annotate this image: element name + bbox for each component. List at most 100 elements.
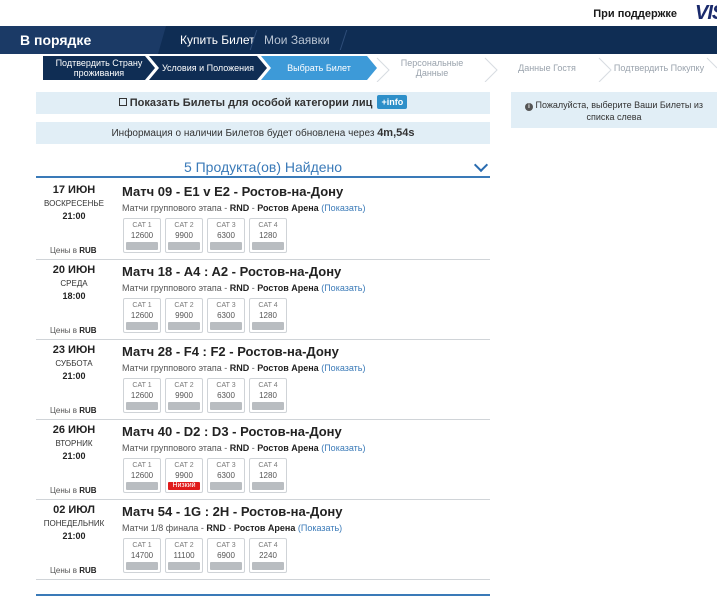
availability-bar	[168, 322, 200, 330]
category-tile[interactable]: CAT 3 6300	[207, 298, 245, 333]
category-tile[interactable]: CAT 2 9900	[165, 378, 203, 413]
special-category-label[interactable]: Показать Билеты для особой категории лиц	[130, 97, 373, 109]
category-tile[interactable]: CAT 1 12600	[123, 378, 161, 413]
category-name: CAT 1	[132, 542, 152, 549]
category-tile[interactable]: CAT 3 6300	[207, 218, 245, 253]
category-tile[interactable]: CAT 4 1280	[249, 378, 287, 413]
match-title[interactable]: Матч 18 - A4 : A2 - Ростов-на-Дону	[122, 264, 341, 279]
refresh-notice: Информация о наличии Билетов будет обнов…	[36, 122, 490, 144]
match-title[interactable]: Матч 54 - 1G : 2H - Ростов-на-Дону	[122, 504, 342, 519]
list-bottom-rule	[36, 594, 490, 596]
nav-separator	[339, 30, 348, 50]
match-day: 26 ИЮН	[52, 424, 96, 436]
match-subtitle: Матчи 1/8 финала - RND - Ростов Арена (П…	[122, 523, 343, 533]
sponsor-text: При поддержке	[593, 8, 677, 20]
category-name: CAT 3	[216, 222, 236, 229]
match-row[interactable]: 02 ИЮЛ ПОНЕДЕЛЬНИК 21:00 Цены в RUB Матч…	[36, 500, 490, 580]
match-title[interactable]: Матч 40 - D2 : D3 - Ростов-на-Дону	[122, 424, 342, 439]
match-row[interactable]: 23 ИЮН СУББОТА 21:00 Цены в RUB Матч 28 …	[36, 340, 490, 420]
availability-bar	[252, 402, 284, 410]
match-subtitle: Матчи группового этапа - RND - Ростов Ар…	[122, 203, 366, 213]
match-day: 17 ИЮН	[52, 184, 96, 196]
show-venue-link[interactable]: (Показать)	[321, 363, 365, 373]
availability-bar	[126, 562, 158, 570]
category-tile[interactable]: CAT 1 12600	[123, 218, 161, 253]
special-category-checkbox[interactable]	[118, 98, 127, 106]
availability-bar	[126, 482, 158, 490]
category-tile[interactable]: CAT 2 9900	[165, 298, 203, 333]
category-name: CAT 1	[132, 462, 152, 469]
refresh-timer: 4m,54s	[377, 127, 415, 139]
category-price: 6300	[217, 471, 235, 480]
category-name: CAT 4	[258, 462, 278, 469]
category-tile[interactable]: CAT 4 1280	[249, 218, 287, 253]
availability-bar	[210, 482, 242, 490]
availability-bar	[252, 482, 284, 490]
nav-my-requests[interactable]: Мои Заявки	[264, 26, 330, 54]
category-name: CAT 4	[258, 302, 278, 309]
availability-bar	[168, 402, 200, 410]
category-price: 12600	[130, 311, 154, 320]
price-currency: Цены в RUB	[50, 326, 97, 335]
show-venue-link[interactable]: (Показать)	[321, 203, 365, 213]
results-count: 5 Продукта(ов) Найдено	[183, 159, 343, 175]
category-tile[interactable]: CAT 4 2240	[249, 538, 287, 573]
category-name: CAT 4	[258, 542, 278, 549]
category-tile[interactable]: CAT 1 12600	[123, 298, 161, 333]
match-row[interactable]: 17 ИЮН ВОСКРЕСЕНЬЕ 21:00 Цены в RUB Матч…	[36, 180, 490, 260]
category-tile[interactable]: CAT 4 1280	[249, 458, 287, 493]
match-day: 20 ИЮН	[52, 264, 96, 276]
category-name: CAT 3	[216, 542, 236, 549]
category-tile[interactable]: CAT 1 14700	[123, 538, 161, 573]
availability-bar	[168, 242, 200, 250]
match-weekday: СРЕДА	[60, 279, 88, 288]
category-price: 6300	[217, 311, 235, 320]
price-currency: Цены в RUB	[50, 486, 97, 495]
match-row[interactable]: 26 ИЮН ВТОРНИК 21:00 Цены в RUB Матч 40 …	[36, 420, 490, 500]
availability-bar	[252, 322, 284, 330]
match-time: 18:00	[62, 291, 86, 301]
info-icon: i	[525, 103, 533, 111]
match-time: 21:00	[62, 451, 86, 461]
selection-hint: i Пожалуйста, выберите Ваши Билеты из сп…	[511, 92, 717, 128]
availability-bar	[126, 322, 158, 330]
category-price: 9900	[175, 391, 193, 400]
nav-buy-ticket[interactable]: Купить Билет	[180, 26, 255, 54]
info-button[interactable]: +info	[377, 95, 408, 109]
show-venue-link[interactable]: (Показать)	[321, 283, 365, 293]
category-name: CAT 2	[174, 302, 194, 309]
category-tile[interactable]: CAT 3 6900	[207, 538, 245, 573]
match-title[interactable]: Матч 28 - F4 : F2 - Ростов-на-Дону	[122, 344, 339, 359]
category-tile[interactable]: CAT 3 6300	[207, 378, 245, 413]
match-time: 21:00	[62, 211, 86, 221]
category-tile[interactable]: CAT 1 12600	[123, 458, 161, 493]
availability-bar	[252, 562, 284, 570]
match-row[interactable]: 20 ИЮН СРЕДА 18:00 Цены в RUB Матч 18 - …	[36, 260, 490, 340]
selection-hint-line1: Пожалуйста, выберите Ваши Билеты из	[535, 100, 703, 110]
show-venue-link[interactable]: (Показать)	[321, 443, 365, 453]
match-time: 21:00	[62, 531, 86, 541]
match-day: 02 ИЮЛ	[53, 504, 95, 516]
match-weekday: ВТОРНИК	[55, 439, 93, 448]
match-weekday: ПОНЕДЕЛЬНИК	[43, 519, 105, 528]
show-venue-link[interactable]: (Показать)	[298, 523, 342, 533]
category-price: 6300	[217, 391, 235, 400]
category-price: 2240	[259, 551, 277, 560]
nav-brand[interactable]: В порядке очереди	[0, 26, 166, 54]
category-name: CAT 2	[174, 542, 194, 549]
category-tile[interactable]: CAT 4 1280	[249, 298, 287, 333]
category-tile[interactable]: CAT 3 6300	[207, 458, 245, 493]
category-tile[interactable]: CAT 2 9900	[165, 218, 203, 253]
match-weekday: ВОСКРЕСЕНЬЕ	[44, 199, 104, 208]
chevron-down-icon[interactable]	[473, 157, 489, 173]
category-price: 9900	[175, 471, 193, 480]
match-subtitle: Матчи группового этапа - RND - Ростов Ар…	[122, 363, 366, 373]
category-tile[interactable]: CAT 2 9900 Низкий	[165, 458, 203, 493]
category-name: CAT 3	[216, 302, 236, 309]
category-tile[interactable]: CAT 2 11100	[165, 538, 203, 573]
match-title[interactable]: Матч 09 - E1 v E2 - Ростов-на-Дону	[122, 184, 343, 199]
category-name: CAT 1	[132, 222, 152, 229]
category-price: 11100	[173, 551, 195, 560]
match-weekday: СУББОТА	[55, 359, 93, 368]
category-price: 1280	[259, 471, 277, 480]
